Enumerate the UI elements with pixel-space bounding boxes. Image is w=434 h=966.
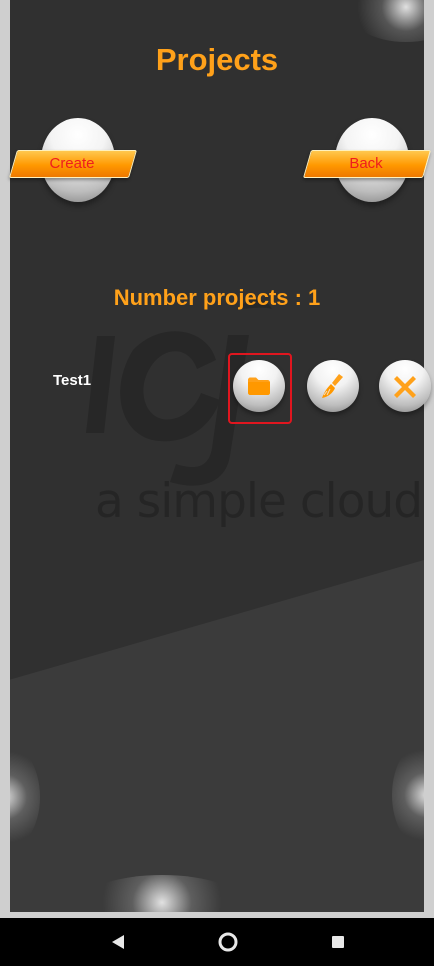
folder-icon <box>248 377 270 395</box>
android-recent-apps-button[interactable] <box>321 926 355 958</box>
watermark-tagline: a simple cloud <box>95 474 423 529</box>
android-back-button[interactable] <box>101 926 135 958</box>
open-project-button[interactable] <box>230 356 288 414</box>
project-name: Test1 <box>53 372 92 389</box>
create-button-label: Create <box>49 155 95 172</box>
android-navigation-bar <box>0 918 434 966</box>
delete-project-button[interactable] <box>376 356 434 414</box>
recent-square-icon <box>332 936 344 948</box>
clean-project-button[interactable] <box>304 356 362 414</box>
project-row: Test1 <box>42 356 434 426</box>
background-shape <box>10 560 424 912</box>
back-button[interactable]: Back <box>302 116 432 212</box>
create-button[interactable]: Create <box>8 116 138 212</box>
back-triangle-icon <box>112 935 124 949</box>
project-count: Number projects : 1 <box>113 285 321 310</box>
back-button-label: Back <box>349 155 383 172</box>
close-icon <box>394 376 416 398</box>
app-screen: a simple cloud Projects Create Back Numb… <box>0 0 434 966</box>
top-right-glow <box>346 0 424 42</box>
page-title: Projects <box>155 42 279 77</box>
home-circle-icon <box>218 932 238 952</box>
broom-icon <box>322 374 343 398</box>
android-home-button[interactable] <box>211 926 245 958</box>
